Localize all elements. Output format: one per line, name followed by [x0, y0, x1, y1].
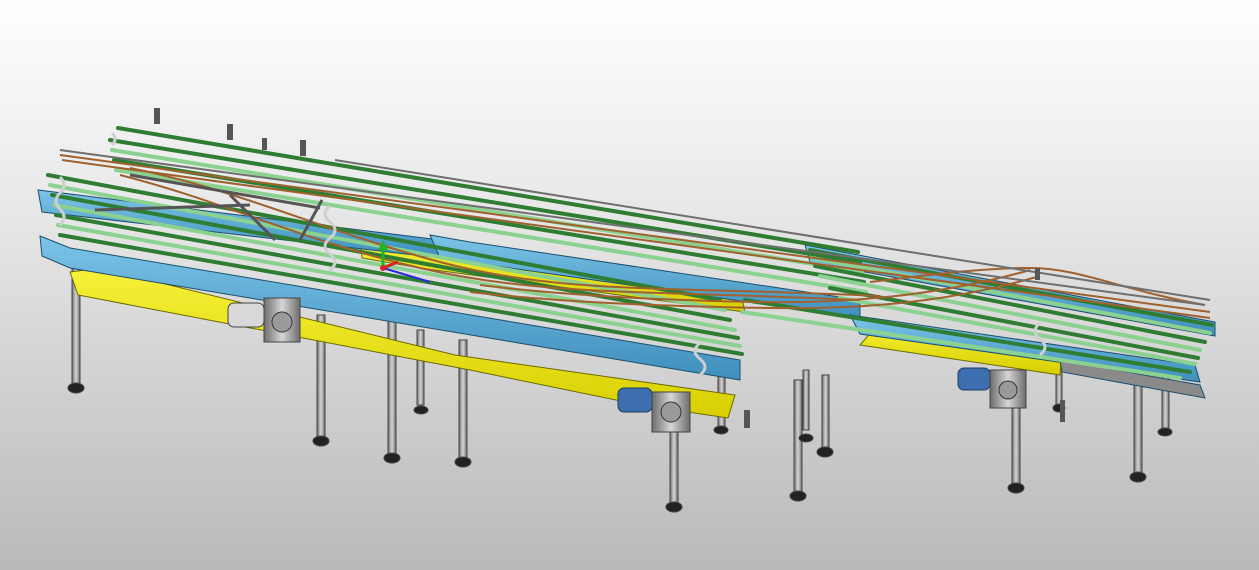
drive-motor-3[interactable] — [957, 367, 1027, 409]
leg — [1007, 394, 1025, 494]
conveyor-assembly-model[interactable] — [0, 0, 1259, 570]
cad-viewport[interactable] — [0, 0, 1259, 570]
leg — [816, 374, 834, 458]
drive-motor-1[interactable] — [227, 297, 301, 343]
drive-motor-2[interactable] — [617, 387, 691, 433]
leg — [413, 329, 429, 415]
